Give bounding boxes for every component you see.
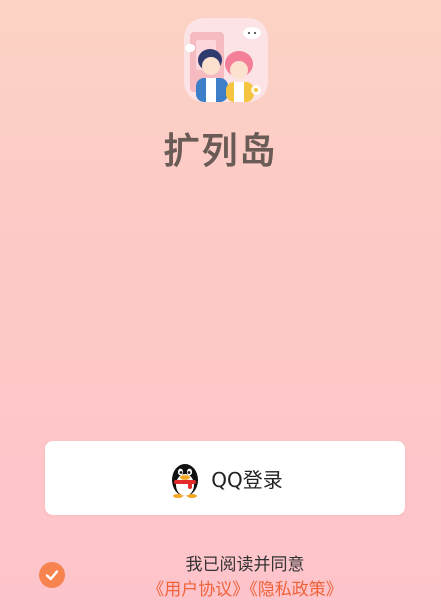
privacy-policy-link[interactable]: 《隐私政策》 — [249, 580, 343, 600]
app-logo — [184, 18, 268, 102]
agreement-statement: 我已阅读并同意 — [185, 555, 305, 575]
app-name: 扩列岛 — [163, 131, 278, 172]
qq-login-label: QQ登录 — [211, 467, 283, 492]
user-agreement-link[interactable]: 《用户协议》 — [147, 580, 249, 600]
agreement-links: 《用户协议》《隐私政策》 — [0, 575, 441, 600]
qq-penguin-icon — [167, 458, 203, 498]
couple-illustration-icon — [184, 18, 268, 102]
qq-login-button[interactable]: QQ登录 — [45, 441, 405, 515]
